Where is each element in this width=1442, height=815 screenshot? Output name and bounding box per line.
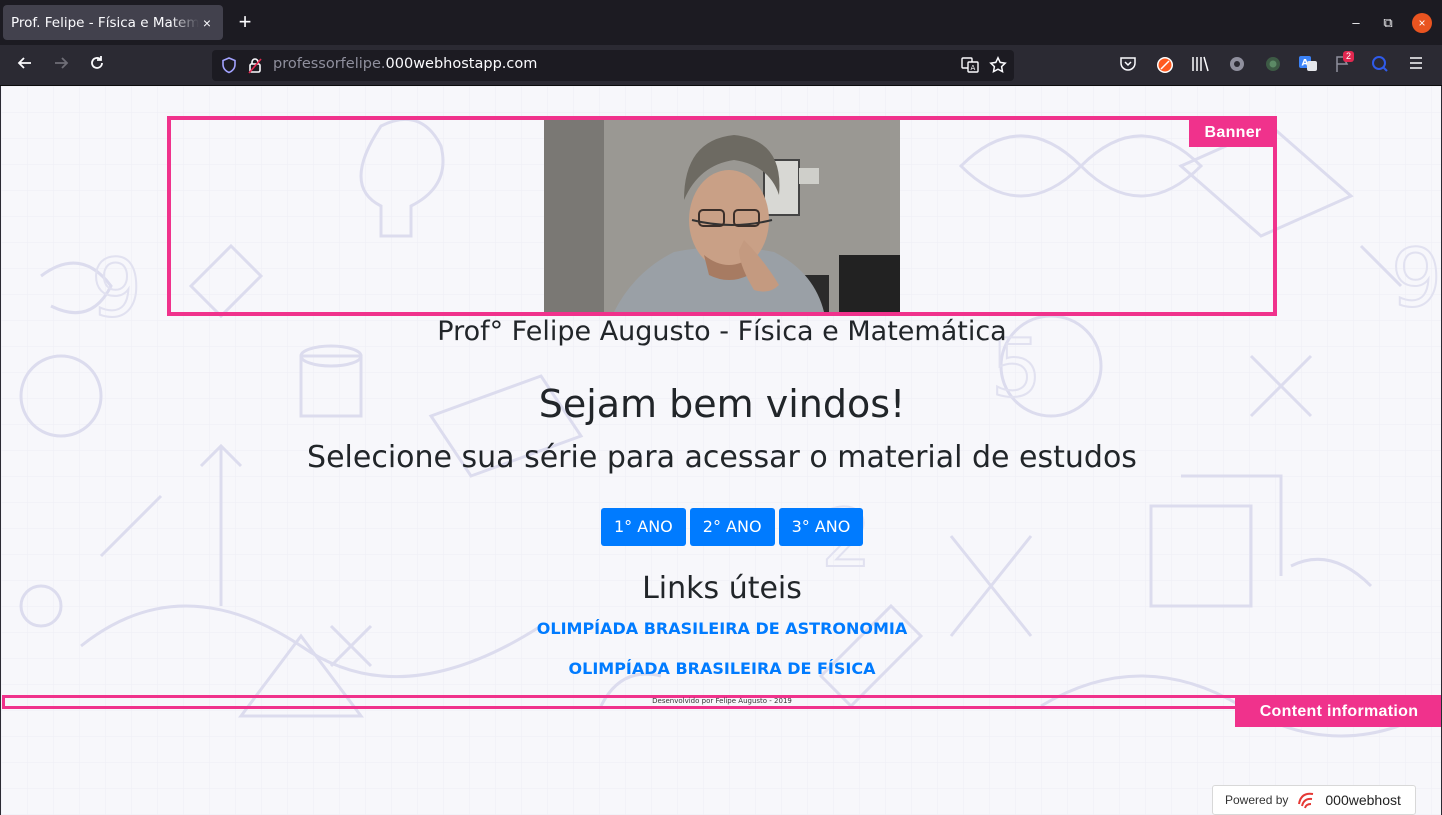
svg-text:A: A: [971, 64, 976, 72]
forward-arrow-icon[interactable]: [49, 54, 73, 78]
astronomy-olympiad-link[interactable]: OLIMPÍADA BRASILEIRA DE ASTRONOMIA: [1, 619, 1441, 638]
extension-orange-icon[interactable]: [1155, 55, 1175, 75]
library-icon[interactable]: [1190, 55, 1210, 75]
url-text: professorfelipe.000webhostapp.com: [273, 56, 537, 72]
second-year-button[interactable]: 2° ANO: [689, 508, 775, 546]
hamburger-menu-icon[interactable]: [1406, 55, 1426, 75]
welcome-heading: Sejam bem vindos!: [538, 382, 906, 426]
physics-olympiad-link[interactable]: OLIMPÍADA BRASILEIRA DE FÍSICA: [1, 659, 1441, 678]
close-icon[interactable]: ×: [199, 15, 215, 31]
useful-links-heading: Links úteis: [642, 571, 802, 606]
first-year-button[interactable]: 1° ANO: [601, 508, 686, 546]
tab-bar: Prof. Felipe - Física e Matemática × + –…: [0, 0, 1442, 45]
tracking-shield-icon[interactable]: [221, 57, 237, 79]
translate-icon[interactable]: A: [961, 56, 979, 74]
extension-green-icon[interactable]: [1263, 55, 1283, 75]
translate-extension-icon[interactable]: A: [1298, 55, 1318, 75]
powered-by-text: Powered by: [1225, 793, 1289, 807]
banner-highlight: [167, 116, 1277, 316]
new-tab-button[interactable]: +: [234, 11, 256, 34]
site-title: Prof° Felipe Augusto - Física e Matemáti…: [437, 316, 1007, 347]
insecure-lock-icon[interactable]: [248, 57, 262, 79]
webhost-brand-name: 000webhost: [1325, 792, 1401, 808]
grade-button-group: 1° ANO 2° ANO 3° ANO: [601, 508, 864, 546]
minimize-icon[interactable]: –: [1346, 13, 1366, 33]
webhost-logo-icon: [1295, 790, 1319, 810]
powered-by-badge[interactable]: Powered by 000webhost: [1212, 785, 1416, 815]
window-close-icon[interactable]: ×: [1412, 13, 1432, 33]
extension-gear-icon[interactable]: [1227, 55, 1247, 75]
pocket-icon[interactable]: [1118, 55, 1138, 75]
search-extension-icon[interactable]: [1370, 55, 1390, 75]
navigation-toolbar: professorfelipe.000webhostapp.com A A 2: [0, 45, 1442, 86]
back-arrow-icon[interactable]: [13, 54, 37, 78]
url-host: 000webhostapp.com: [385, 56, 538, 72]
banner-label: Banner: [1189, 118, 1277, 147]
bookmark-star-icon[interactable]: [989, 56, 1007, 74]
content-information-label: Content information: [1235, 696, 1441, 727]
tab-title: Prof. Felipe - Física e Matemática: [11, 14, 199, 31]
notification-badge: 2: [1343, 51, 1355, 62]
page-viewport: 9 5 2 9 Banner Prof° Felipe Augusto - Fí…: [0, 86, 1442, 815]
reload-icon[interactable]: [85, 54, 109, 78]
select-grade-subtitle: Selecione sua série para acessar o mater…: [307, 440, 1137, 475]
url-bar[interactable]: professorfelipe.000webhostapp.com A: [212, 50, 1014, 81]
url-prefix: professorfelipe.: [273, 56, 386, 72]
restore-icon[interactable]: ⧉: [1378, 13, 1398, 33]
third-year-button[interactable]: 3° ANO: [778, 508, 864, 546]
browser-tab[interactable]: Prof. Felipe - Física e Matemática ×: [3, 5, 223, 40]
svg-text:9: 9: [1391, 232, 1442, 325]
footer-credit: Desenvolvido por Felipe Augusto - 2019: [652, 697, 792, 705]
